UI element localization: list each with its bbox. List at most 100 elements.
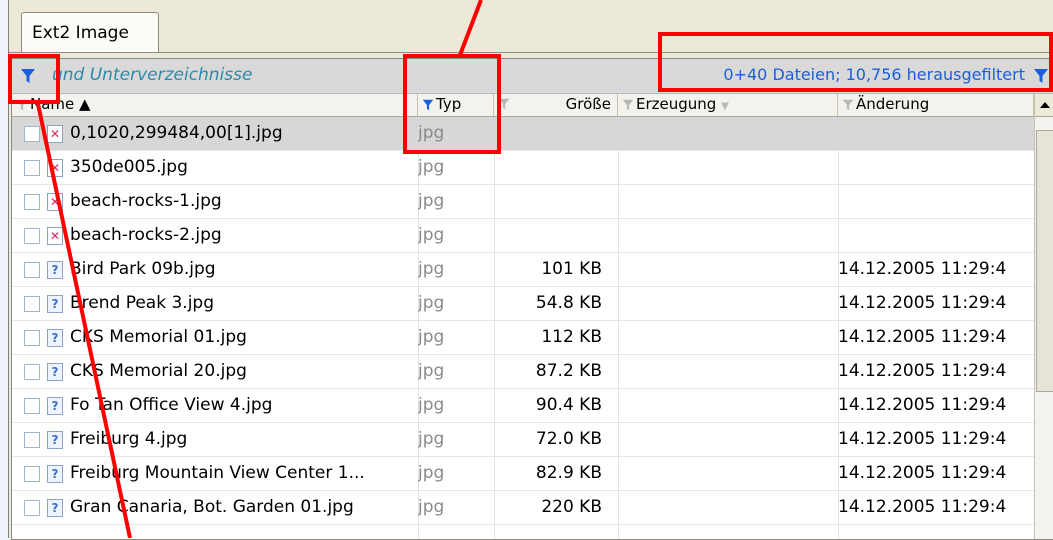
column-header-created-label: Erzeugung xyxy=(636,95,717,113)
file-name[interactable]: CKS Memorial 20.jpg xyxy=(70,355,410,388)
file-type: jpg xyxy=(418,327,445,347)
column-header-created[interactable]: Erzeugung ▼ xyxy=(618,94,838,116)
row-checkbox[interactable] xyxy=(24,364,40,380)
vertical-scrollbar[interactable] xyxy=(1034,94,1053,539)
broken-image-icon: ✕ xyxy=(47,159,63,177)
file-size: 82.9 KB xyxy=(535,463,602,483)
file-name[interactable]: beach-rocks-1.jpg xyxy=(70,185,410,218)
row-checkbox[interactable] xyxy=(24,296,40,312)
file-modified xyxy=(838,117,1034,150)
row-checkbox[interactable] xyxy=(24,500,40,516)
filter-icon[interactable] xyxy=(20,68,36,84)
filter-icon[interactable] xyxy=(498,98,510,110)
file-modified: 14.12.2005 11:29:4 xyxy=(838,395,1007,415)
file-name[interactable]: 350de005.jpg xyxy=(70,151,410,184)
file-type: jpg xyxy=(418,293,445,313)
filter-status: 0+40 Dateien; 10,756 herausgefiltert xyxy=(723,65,1025,84)
file-name[interactable]: beach-rocks-2.jpg xyxy=(70,219,410,252)
scroll-thumb[interactable] xyxy=(1036,130,1053,392)
table-row[interactable]: ✕ beach-rocks-1.jpg jpg xyxy=(12,185,1034,219)
table-row[interactable]: ? Fo Tan Office View 4.jpg jpg 90.4 KB 14.12… xyxy=(12,389,1034,423)
file-type: jpg xyxy=(418,429,445,449)
file-browser-window: Ext2 Image und Unterverzeichnisse 0+40 D… xyxy=(8,0,1053,540)
scroll-up-arrow-icon[interactable] xyxy=(1035,94,1053,117)
file-size: 72.0 KB xyxy=(535,429,602,449)
file-modified xyxy=(838,185,1034,218)
row-checkbox[interactable] xyxy=(24,126,40,142)
broken-image-icon: ✕ xyxy=(47,193,63,211)
file-size: 54.8 KB xyxy=(535,293,602,313)
subdirectories-label: und Unterverzeichnisse xyxy=(52,65,253,85)
column-header-modified[interactable]: Änderung xyxy=(838,94,1034,116)
file-created xyxy=(618,457,836,490)
file-modified: 14.12.2005 11:29:4 xyxy=(838,429,1007,449)
file-name[interactable]: CKS Memorial 01.jpg xyxy=(70,321,410,354)
file-name[interactable]: Bird Park 09b.jpg xyxy=(70,253,410,286)
file-modified: 14.12.2005 11:29:4 xyxy=(838,293,1007,313)
file-size xyxy=(494,185,602,218)
file-size xyxy=(494,151,602,184)
table-row[interactable]: ✕ 350de005.jpg jpg xyxy=(12,151,1034,185)
file-created xyxy=(618,491,836,524)
table-row[interactable]: ✕ beach-rocks-2.jpg jpg xyxy=(12,219,1034,253)
table-row[interactable]: ? Freiburg 4.jpg jpg 72.0 KB 14.12.2005 11:2… xyxy=(12,423,1034,457)
row-checkbox[interactable] xyxy=(24,398,40,414)
row-checkbox[interactable] xyxy=(24,160,40,176)
table-row[interactable]: ? Freiburg Mountain View Center 1... jpg 82… xyxy=(12,457,1034,491)
file-type: jpg xyxy=(418,395,445,415)
row-checkbox[interactable] xyxy=(24,262,40,278)
column-header-name[interactable]: Name ▲ xyxy=(12,94,418,116)
column-header-size[interactable]: Größe xyxy=(494,94,618,116)
unknown-file-icon: ? xyxy=(47,261,63,279)
file-name[interactable]: Brend Peak 3.jpg xyxy=(70,287,410,320)
file-type: jpg xyxy=(418,225,445,245)
tab-ext2-image[interactable]: Ext2 Image xyxy=(21,12,159,53)
file-created xyxy=(618,423,836,456)
file-name[interactable]: 0,1020,299484,00[1].jpg xyxy=(70,117,410,150)
table-row[interactable]: ? Bird Park 09b.jpg jpg 101 KB 14.12.2005 11… xyxy=(12,253,1034,287)
filter-icon[interactable] xyxy=(842,99,854,111)
unknown-file-icon: ? xyxy=(47,329,63,347)
table-row[interactable]: ✕ 0,1020,299484,00[1].jpg jpg xyxy=(12,117,1034,151)
table-row[interactable]: ? Brend Peak 3.jpg jpg 54.8 KB 14.12.2005 11… xyxy=(12,287,1034,321)
broken-image-icon: ✕ xyxy=(47,125,63,143)
file-created xyxy=(618,117,836,150)
row-checkbox[interactable] xyxy=(24,194,40,210)
file-size: 87.2 KB xyxy=(535,361,602,381)
file-created xyxy=(618,185,836,218)
file-type: jpg xyxy=(418,463,445,483)
file-created xyxy=(618,287,836,320)
unknown-file-icon: ? xyxy=(47,363,63,381)
file-name[interactable]: Fo Tan Office View 4.jpg xyxy=(70,389,410,422)
unknown-file-icon: ? xyxy=(47,465,63,483)
row-checkbox[interactable] xyxy=(24,466,40,482)
table-row[interactable]: ? Gran Canaria, Bot. Garden 01.jpg jpg 220 … xyxy=(12,491,1034,525)
column-header-type[interactable]: Typ xyxy=(418,94,494,116)
file-modified xyxy=(838,151,1034,184)
column-header-type-label: Typ xyxy=(436,95,462,113)
filter-icon[interactable] xyxy=(1033,68,1049,84)
filter-icon[interactable] xyxy=(622,99,634,111)
file-created xyxy=(618,321,836,354)
file-modified: 14.12.2005 11:29:4 xyxy=(838,259,1007,279)
row-checkbox[interactable] xyxy=(24,228,40,244)
file-created xyxy=(618,253,836,286)
file-type: jpg xyxy=(418,123,445,143)
unknown-file-icon: ? xyxy=(47,295,63,313)
file-name[interactable]: Freiburg 4.jpg xyxy=(70,423,410,456)
row-checkbox[interactable] xyxy=(24,330,40,346)
file-size: 101 KB xyxy=(541,259,602,279)
file-created xyxy=(618,355,836,388)
row-checkbox[interactable] xyxy=(24,432,40,448)
table-row[interactable]: ? CKS Memorial 20.jpg jpg 87.2 KB 14.12.2005… xyxy=(12,355,1034,389)
file-size: 220 KB xyxy=(541,497,602,517)
file-name[interactable]: Gran Canaria, Bot. Garden 01.jpg xyxy=(70,491,410,524)
filter-icon[interactable] xyxy=(16,99,28,111)
file-type: jpg xyxy=(418,497,445,517)
filter-icon[interactable] xyxy=(422,99,434,111)
file-created xyxy=(618,389,836,422)
file-name[interactable]: Freiburg Mountain View Center 1... xyxy=(70,457,410,490)
file-size: 112 KB xyxy=(541,327,602,347)
file-created xyxy=(618,219,836,252)
table-row[interactable]: ? CKS Memorial 01.jpg jpg 112 KB 14.12.2005 … xyxy=(12,321,1034,355)
